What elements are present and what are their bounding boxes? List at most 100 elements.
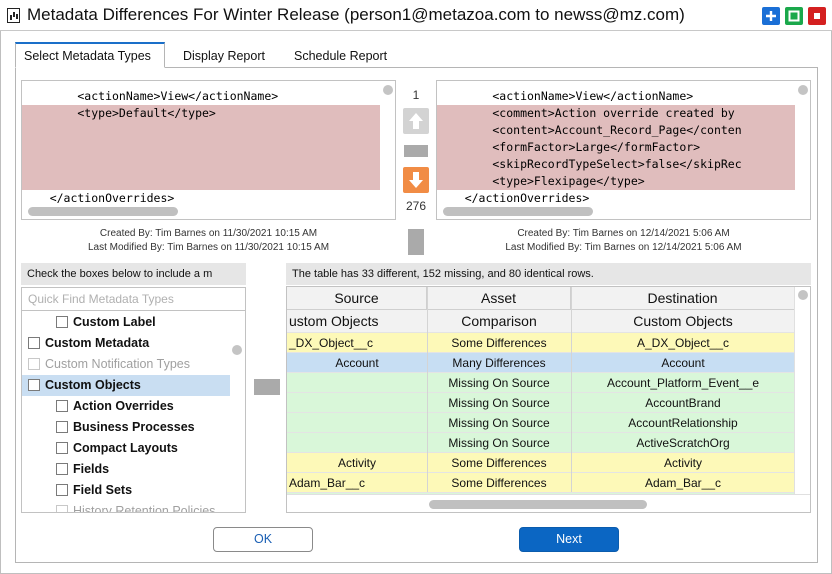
table-row[interactable]: Missing On Source AccountRelationship [287,413,795,433]
tab-display-report[interactable]: Display Report [175,42,273,68]
comparison-table[interactable]: Source Asset Destination ustom Objects Co… [286,286,811,513]
destination-xml-vertical-scrollbar[interactable] [795,81,810,205]
table-row[interactable]: Activity Some Differences Activity [287,453,795,473]
destination-cell: Account_Platform_Event__e [606,376,760,390]
source-type-cell: ustom Objects [289,313,379,329]
source-cell: Account [335,356,379,370]
asset-cell: Missing On Source [448,376,550,390]
metadata-type-item[interactable]: Custom Objects [22,375,230,396]
metadata-type-item[interactable]: Action Overrides [22,396,230,417]
destination-cell: AccountBrand [645,396,721,410]
table-row[interactable]: _DX_Object__c Some Differences A_DX_Object… [287,333,795,353]
comparison-summary: The table has 33 different, 152 missing,… [286,263,811,285]
maximize-button[interactable] [762,7,780,25]
checkbox[interactable] [56,442,68,454]
quick-find-input[interactable] [21,287,246,311]
scroll-thumb[interactable] [28,207,178,216]
asset-type-cell: Comparison [461,313,537,329]
metadata-type-label: Custom Objects [45,378,141,392]
checkbox[interactable] [56,316,68,328]
checkbox[interactable] [28,379,40,391]
restore-icon [785,7,803,25]
destination-cell: Adam_Bar__c [644,476,722,490]
metadata-type-list[interactable]: Custom Label Custom Metadata Custom Notifi… [21,311,246,513]
column-header-asset[interactable]: Asset [427,287,571,310]
metadata-type-item[interactable]: Fields [22,459,230,480]
metadata-type-item[interactable]: Field Sets [22,480,230,501]
table-row[interactable]: Missing On Source ActiveScratchOrg [287,433,795,453]
column-divider [427,287,428,492]
grip-icon [254,379,280,395]
metadata-type-label: History Retention Policies [73,504,216,513]
checkbox[interactable] [28,337,40,349]
scroll-thumb[interactable] [383,85,393,95]
table-row[interactable]: Account Many Differences Account [287,353,795,373]
list-table-splitter-handle[interactable] [254,379,280,395]
column-header-source[interactable]: Source [287,287,427,310]
scroll-thumb[interactable] [798,290,808,300]
source-xml-pane[interactable]: <actionName>View</actionName> <type>Defa… [21,80,396,220]
xml-line: </actionOverrides> [22,191,175,203]
checkbox[interactable] [56,463,68,475]
source-xml-horizontal-scrollbar[interactable] [22,203,395,219]
metadata-type-item[interactable]: Business Processes [22,417,230,438]
table-row[interactable]: Missing On Source AccountBrand [287,393,795,413]
metadata-list-scroll-thumb[interactable] [232,345,242,355]
next-difference-button[interactable] [403,167,429,193]
metadata-type-label: Custom Label [73,315,156,329]
xml-line: <actionName>View</actionName> [22,89,279,103]
destination-xml-lines: <actionName>View</actionName> <comment>A… [437,81,795,203]
column-header-destination[interactable]: Destination [571,287,795,310]
metadata-type-item[interactable]: Compact Layouts [22,438,230,459]
close-button[interactable] [808,7,826,25]
scroll-thumb[interactable] [798,85,808,95]
table-row[interactable]: Adam_Bar__c Some Differences Adam_Bar__c [287,473,795,493]
arrow-up-icon [409,113,423,129]
source-cell [287,413,427,433]
pane-splitter-handle[interactable] [404,144,428,158]
xml-line-changed: <type>Flexipage</type> [437,173,795,190]
metadata-type-item: History Retention Policies [22,501,230,513]
checkbox[interactable] [56,421,68,433]
close-icon [808,7,826,25]
destination-cell: AccountRelationship [628,416,738,430]
arrow-down-icon [409,172,423,188]
source-cell: Activity [337,456,376,470]
destination-created-by: Created By: Tim Barnes on 12/14/2021 5:0… [517,228,730,239]
source-cell [287,393,427,413]
previous-difference-button[interactable] [403,108,429,134]
restore-button[interactable] [785,7,803,25]
xml-line-changed: <content>Account_Record_Page</conten [437,122,795,139]
xml-line-changed: <skipRecordTypeSelect>false</skipRec [437,156,795,173]
scroll-thumb[interactable] [429,500,647,509]
table-row[interactable]: Missing On Source Account_Platform_Event_… [287,373,795,393]
metadata-type-item[interactable]: Custom Label [22,312,230,333]
xml-line-changed [22,122,380,139]
destination-xml-horizontal-scrollbar[interactable] [437,203,810,219]
source-xml-vertical-scrollbar[interactable] [380,81,395,205]
metadata-type-label: Custom Metadata [45,336,150,350]
next-button[interactable]: Next [519,527,619,552]
table-vertical-scrollbar[interactable] [794,287,810,495]
asset-cell: Missing On Source [448,396,550,410]
checkbox [28,358,40,370]
table-horizontal-scrollbar[interactable] [287,494,810,512]
checkbox[interactable] [56,484,68,496]
xml-line-changed [22,156,380,173]
tab-schedule-report[interactable]: Schedule Report [286,42,395,68]
checkbox[interactable] [56,400,68,412]
metadata-type-item[interactable]: Custom Metadata [22,333,230,354]
destination-cell: Activity [663,456,702,470]
source-xml-lines: <actionName>View</actionName> <type>Defa… [22,81,380,203]
current-difference-index: 1 [412,88,420,102]
vertical-splitter-handle[interactable] [408,229,424,255]
destination-xml-pane[interactable]: <actionName>View</actionName> <comment>A… [436,80,811,220]
ok-button[interactable]: OK [213,527,313,552]
window-title: Metadata Differences For Winter Release … [27,5,685,24]
metadata-type-label: Business Processes [73,420,195,434]
asset-cell: Many Differences [452,356,546,370]
xml-line-changed [22,139,380,156]
source-cell: _DX_Object__c [289,336,374,350]
scroll-thumb[interactable] [443,207,593,216]
tab-select-metadata-types[interactable]: Select Metadata Types [15,42,165,68]
